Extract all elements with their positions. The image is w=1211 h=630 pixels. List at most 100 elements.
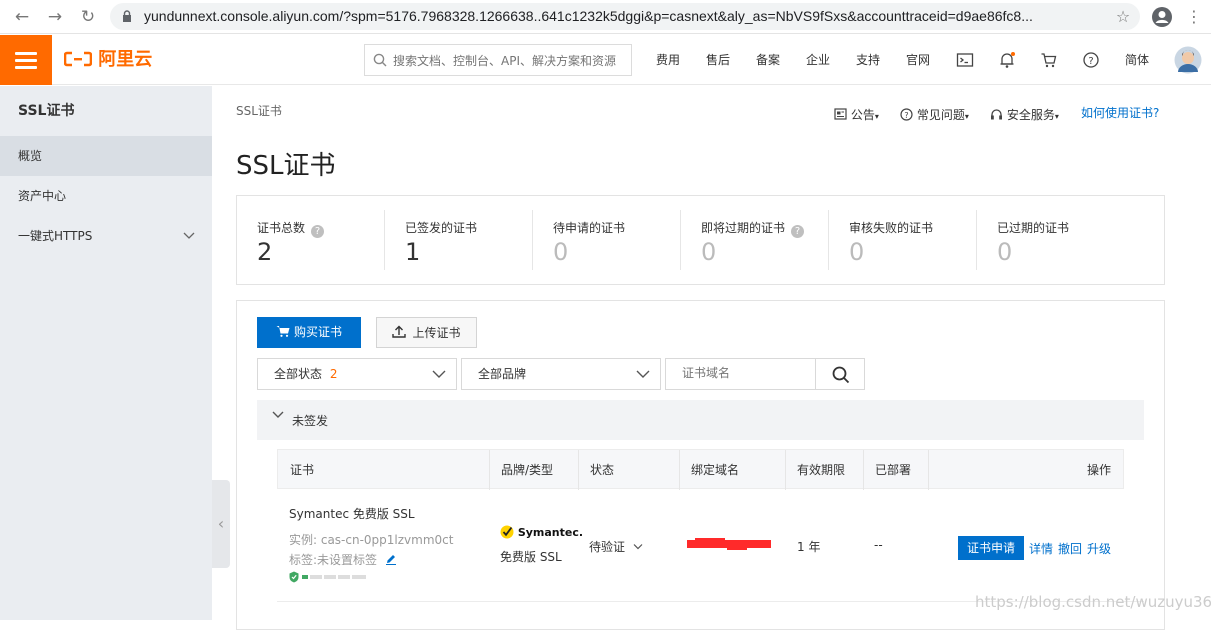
domain-search-button[interactable] [815, 358, 865, 390]
status-filter-count: 2 [329, 367, 338, 381]
sidebar-collapse-handle[interactable]: ‹ [212, 480, 230, 568]
domain-search-field[interactable] [665, 358, 816, 390]
stats-panel: 证书总数? 2 已签发的证书 1 待申请的证书 0 即将过期的证书? 0 审核失… [236, 195, 1165, 285]
sidebar-item-label: 一键式HTTPS [18, 229, 93, 243]
bell-icon[interactable] [998, 51, 1016, 69]
column-header: 已部署 [875, 463, 912, 477]
upload-icon [392, 325, 407, 338]
chevron-down-icon [183, 232, 195, 239]
stat-value: 0 [997, 238, 1013, 266]
buy-certificate-label: 购买证书 [293, 325, 342, 339]
nav-filing[interactable]: 备案 [756, 35, 780, 85]
brand-filter-select[interactable]: 全部品牌 [461, 358, 661, 390]
forward-arrow-icon[interactable]: → [45, 7, 65, 27]
question-circle-icon: ? [900, 108, 913, 121]
group-label: 未签发 [292, 414, 329, 428]
chevron-down-icon [633, 544, 643, 550]
column-header: 有效期限 [797, 463, 846, 477]
sidebar: SSL证书 概览 资产中心 一键式HTTPS [0, 86, 212, 620]
stat-expiring[interactable]: 即将过期的证书? 0 [681, 196, 829, 286]
brand-logo: Symantec. [500, 525, 583, 539]
sidebar-item-assets[interactable]: 资产中心 [0, 176, 212, 216]
profile-icon[interactable] [1151, 6, 1173, 28]
language-switch[interactable]: 简体 [1125, 35, 1149, 85]
back-arrow-icon[interactable]: ← [12, 7, 32, 27]
column-header: 操作 [1086, 463, 1111, 477]
nav-fees[interactable]: 费用 [656, 35, 680, 85]
headset-icon [991, 109, 1002, 120]
redacted-domain [687, 538, 771, 550]
revoke-link[interactable]: 撤回 [1058, 540, 1082, 557]
stat-expired[interactable]: 已过期的证书 0 [977, 196, 1125, 286]
search-input[interactable] [393, 51, 625, 71]
logo-text: 阿里云 [98, 49, 153, 70]
nav-official-site[interactable]: 官网 [906, 35, 930, 85]
nav-aftersales[interactable]: 售后 [706, 35, 730, 85]
upgrade-link[interactable]: 升级 [1087, 540, 1111, 557]
faq-link[interactable]: ? 常见问题▾ [900, 106, 969, 123]
stat-label: 已签发的证书 [405, 221, 478, 235]
terminal-icon[interactable] [956, 51, 974, 69]
star-icon[interactable]: ☆ [1113, 7, 1133, 27]
column-header: 状态 [590, 463, 615, 477]
svg-text:?: ? [1088, 56, 1093, 67]
aliyun-logo[interactable]: 阿里云 [63, 47, 153, 73]
brand-logo-text: Symantec. [517, 526, 584, 539]
search-icon [373, 53, 387, 67]
notice-icon [834, 108, 847, 120]
nav-support[interactable]: 支持 [856, 35, 880, 85]
details-link[interactable]: 详情 [1029, 540, 1053, 557]
help-icon[interactable]: ? [791, 225, 805, 238]
address-bar[interactable]: yundunnext.console.aliyun.com/?spm=5176.… [110, 3, 1140, 30]
reload-icon[interactable]: ↻ [78, 7, 98, 27]
cert-tag: 标签:未设置标签 [289, 551, 397, 568]
sidebar-item-overview[interactable]: 概览 [0, 136, 212, 176]
stat-value: 0 [849, 238, 865, 266]
page-title: SSL证书 [236, 151, 336, 181]
aliyun-logo-icon [63, 51, 93, 67]
stat-issued[interactable]: 已签发的证书 1 [385, 196, 533, 286]
stat-failed[interactable]: 审核失败的证书 0 [829, 196, 977, 286]
announcement-link[interactable]: 公告▾ [834, 106, 879, 123]
edit-pencil-icon[interactable] [385, 553, 397, 565]
url-text: yundunnext.console.aliyun.com/?spm=5176.… [144, 8, 1033, 24]
domain-search-input[interactable] [682, 366, 812, 380]
cert-name: Symantec 免费版 SSL [289, 507, 415, 521]
help-icon[interactable]: ? [311, 225, 325, 238]
stat-total[interactable]: 证书总数? 2 [237, 196, 385, 286]
group-header[interactable] [257, 400, 1144, 440]
stat-pending[interactable]: 待申请的证书 0 [533, 196, 681, 286]
how-to-use-link[interactable]: 如何使用证书? [1081, 104, 1159, 121]
sidebar-item-https[interactable]: 一键式HTTPS [0, 216, 212, 256]
cart-icon[interactable] [1040, 51, 1058, 69]
svg-text:?: ? [904, 111, 908, 120]
faq-label: 常见问题 [916, 108, 965, 122]
deployed-status: -- [874, 538, 883, 552]
browser-chrome: ← → ↻ yundunnext.console.aliyun.com/?spm… [0, 0, 1211, 34]
status-filter-select[interactable]: 全部状态 2 [257, 358, 457, 390]
nav-enterprise[interactable]: 企业 [806, 35, 830, 85]
kebab-menu-icon[interactable]: ⋮ [1184, 7, 1204, 27]
column-header: 品牌/类型 [501, 463, 554, 477]
stat-value: 0 [701, 238, 717, 266]
upload-certificate-button[interactable]: 上传证书 [376, 317, 477, 348]
brand-filter-label: 全部品牌 [478, 367, 527, 381]
sidebar-item-label: 概览 [18, 149, 43, 163]
chevron-down-icon[interactable] [272, 410, 284, 420]
brand-type: 免费版 SSL [500, 550, 562, 564]
avatar[interactable] [1174, 46, 1202, 74]
watermark: https://blog.csdn.net/wuzuyu365 [975, 593, 1211, 611]
global-search[interactable] [364, 44, 632, 76]
status-dropdown[interactable]: 待验证 [589, 538, 643, 555]
stat-label: 待申请的证书 [553, 221, 626, 235]
apply-certificate-button[interactable]: 证书申请 [958, 536, 1024, 560]
help-icon[interactable]: ? [1082, 51, 1100, 69]
breadcrumb[interactable]: SSL证书 [236, 102, 282, 119]
buy-certificate-button[interactable]: 购买证书 [257, 317, 361, 348]
hamburger-menu-button[interactable] [0, 35, 52, 85]
security-service-link[interactable]: 安全服务▾ [990, 106, 1059, 123]
table-header: 证书 品牌/类型 状态 绑定域名 有效期限 已部署 操作 [277, 449, 1124, 490]
chevron-down-icon [432, 370, 446, 378]
search-icon [832, 366, 850, 384]
stat-value: 1 [405, 238, 421, 266]
